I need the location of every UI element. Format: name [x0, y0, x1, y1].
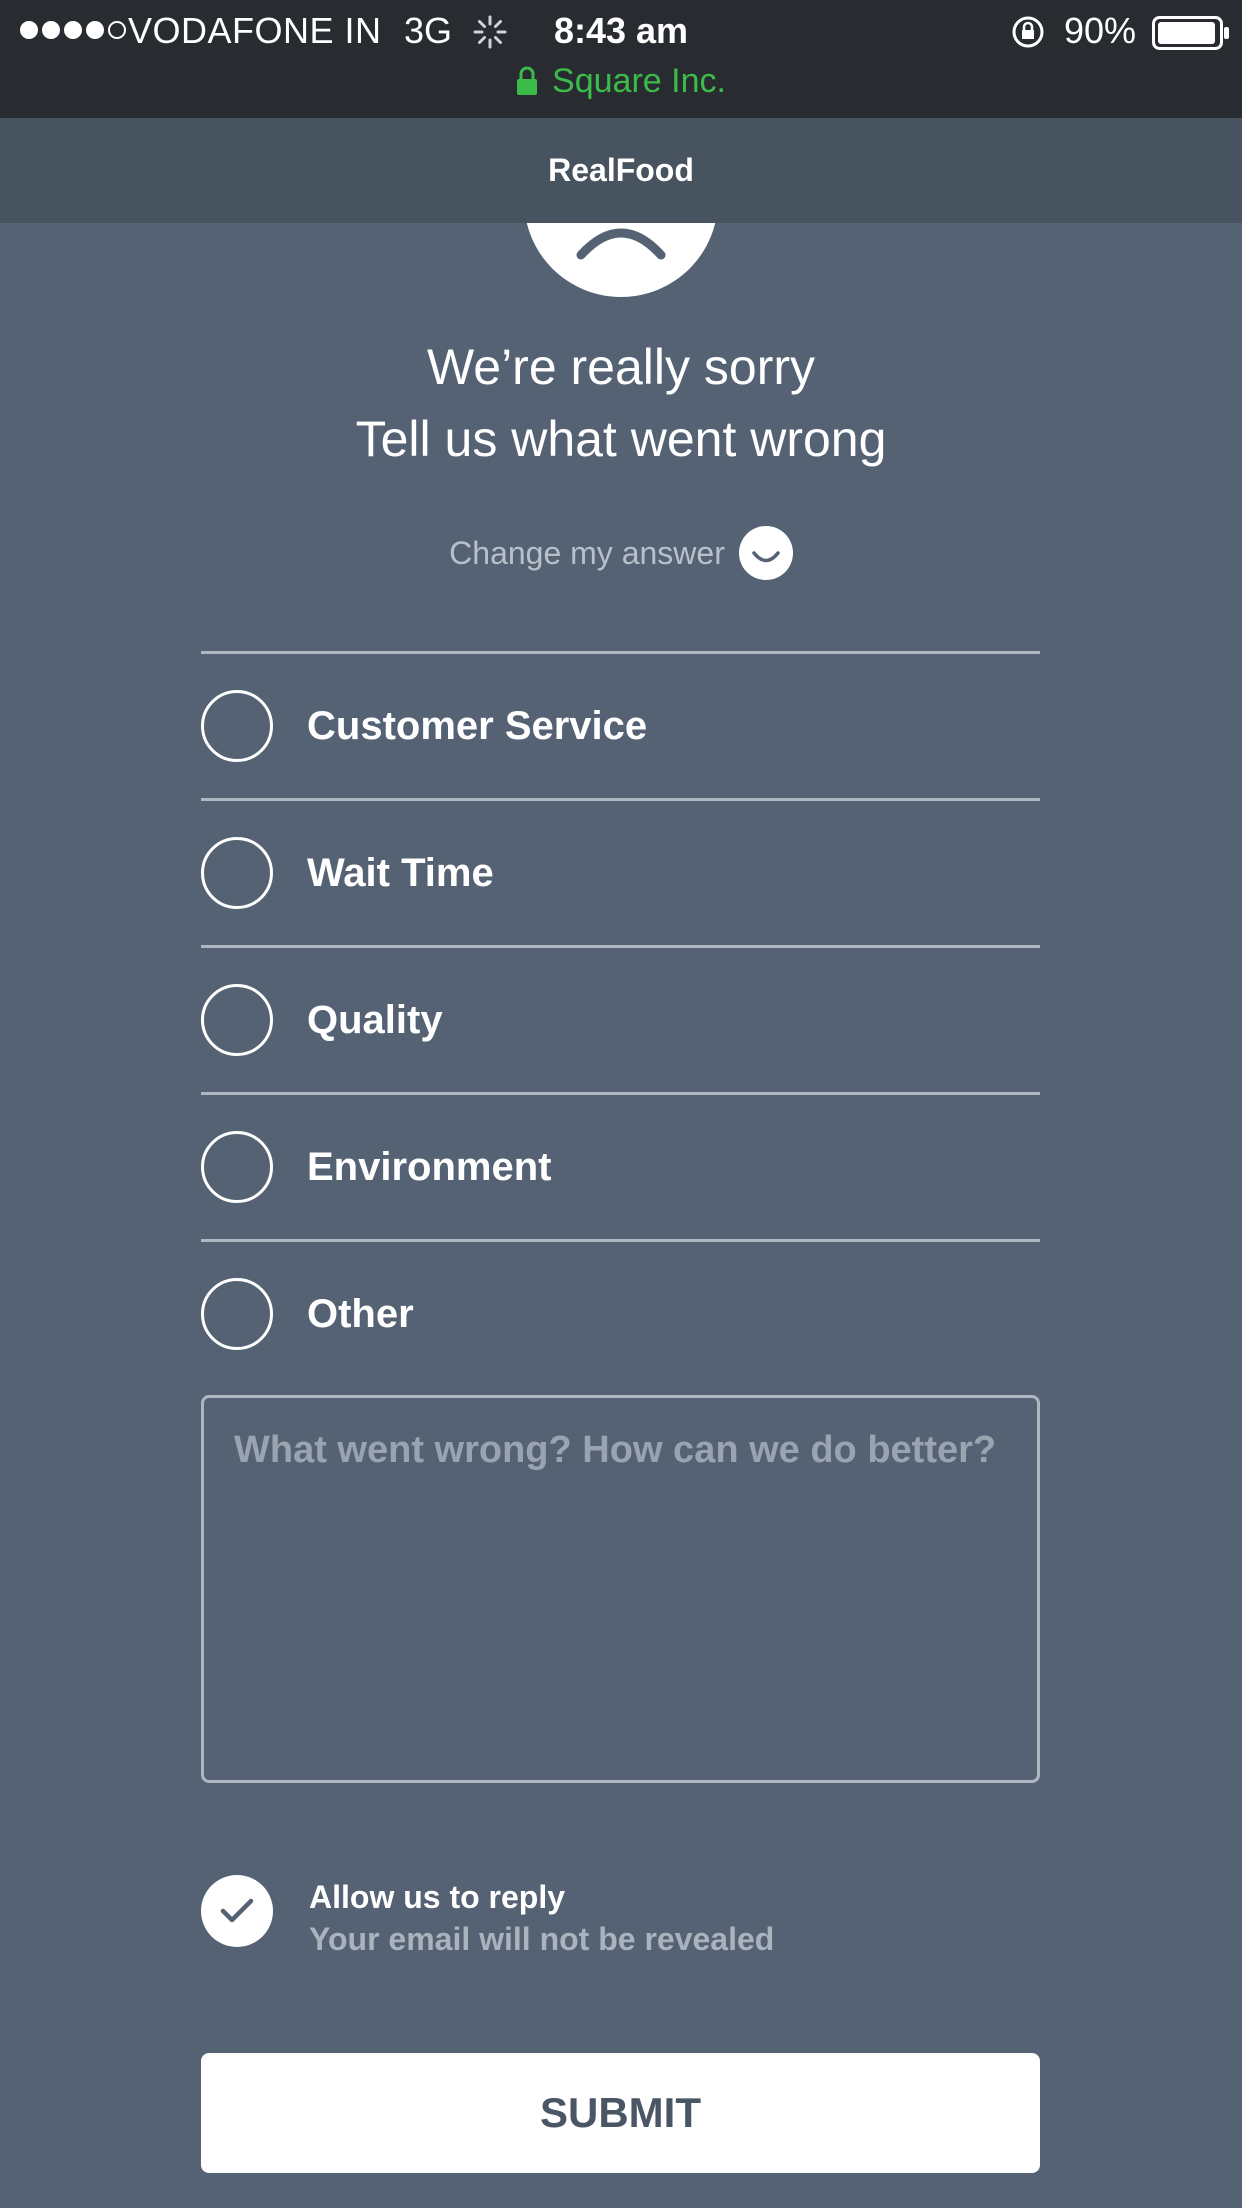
status-time: 8:43 am — [553, 10, 689, 51]
reason-options: Customer Service Wait Time Quality Envir… — [201, 651, 1040, 1386]
option-label: Other — [307, 1291, 414, 1336]
feedback-form: We’re really sorry Tell us what went wro… — [0, 223, 1242, 2208]
status-bar: VODAFONE IN 3G 8:43 am 90% Square Inc. — [0, 0, 1242, 118]
option-customer-service[interactable]: Customer Service — [201, 651, 1040, 798]
option-label: Environment — [307, 1144, 552, 1189]
option-quality[interactable]: Quality — [201, 945, 1040, 1092]
radio-button[interactable] — [201, 1278, 273, 1350]
headline-prompt: Tell us what went wrong — [355, 411, 887, 467]
secure-site-name: Square Inc. — [552, 61, 726, 100]
padlock-icon — [517, 66, 538, 95]
feedback-textarea[interactable] — [201, 1395, 1040, 1783]
submit-button[interactable]: SUBMIT — [201, 2053, 1040, 2173]
option-label: Customer Service — [307, 703, 648, 748]
option-environment[interactable]: Environment — [201, 1092, 1040, 1239]
option-label: Wait Time — [307, 850, 494, 895]
reply-checkbox[interactable] — [201, 1875, 273, 1947]
headline-sorry: We’re really sorry — [426, 339, 816, 395]
option-wait-time[interactable]: Wait Time — [201, 798, 1040, 945]
battery-percent: 90% — [1064, 10, 1137, 51]
radio-button[interactable] — [201, 984, 273, 1056]
reply-title: Allow us to reply — [309, 1879, 566, 1915]
app-title: RealFood — [548, 152, 694, 188]
option-other[interactable]: Other — [201, 1239, 1040, 1386]
reply-subtitle: Your email will not be revealed — [309, 1921, 775, 1957]
allow-reply-toggle[interactable]: Allow us to reply Your email will not be… — [201, 1875, 1040, 1975]
sad-face-icon — [526, 223, 716, 297]
radio-button[interactable] — [201, 690, 273, 762]
status-row: VODAFONE IN 3G 8:43 am 90% — [0, 8, 1242, 56]
change-answer-label[interactable]: Change my answer — [449, 535, 725, 572]
app-header: RealFood — [0, 118, 1242, 223]
battery-icon — [1152, 16, 1229, 50]
checkmark-icon — [220, 1898, 254, 1923]
option-label: Quality — [307, 997, 443, 1042]
radio-button[interactable] — [201, 837, 273, 909]
rotation-lock-icon — [1012, 16, 1044, 48]
secure-site-indicator: Square Inc. — [0, 58, 1242, 104]
radio-button[interactable] — [201, 1131, 273, 1203]
smile-face-icon[interactable] — [738, 526, 793, 580]
change-answer-link[interactable]: Change my answer — [0, 525, 1242, 581]
